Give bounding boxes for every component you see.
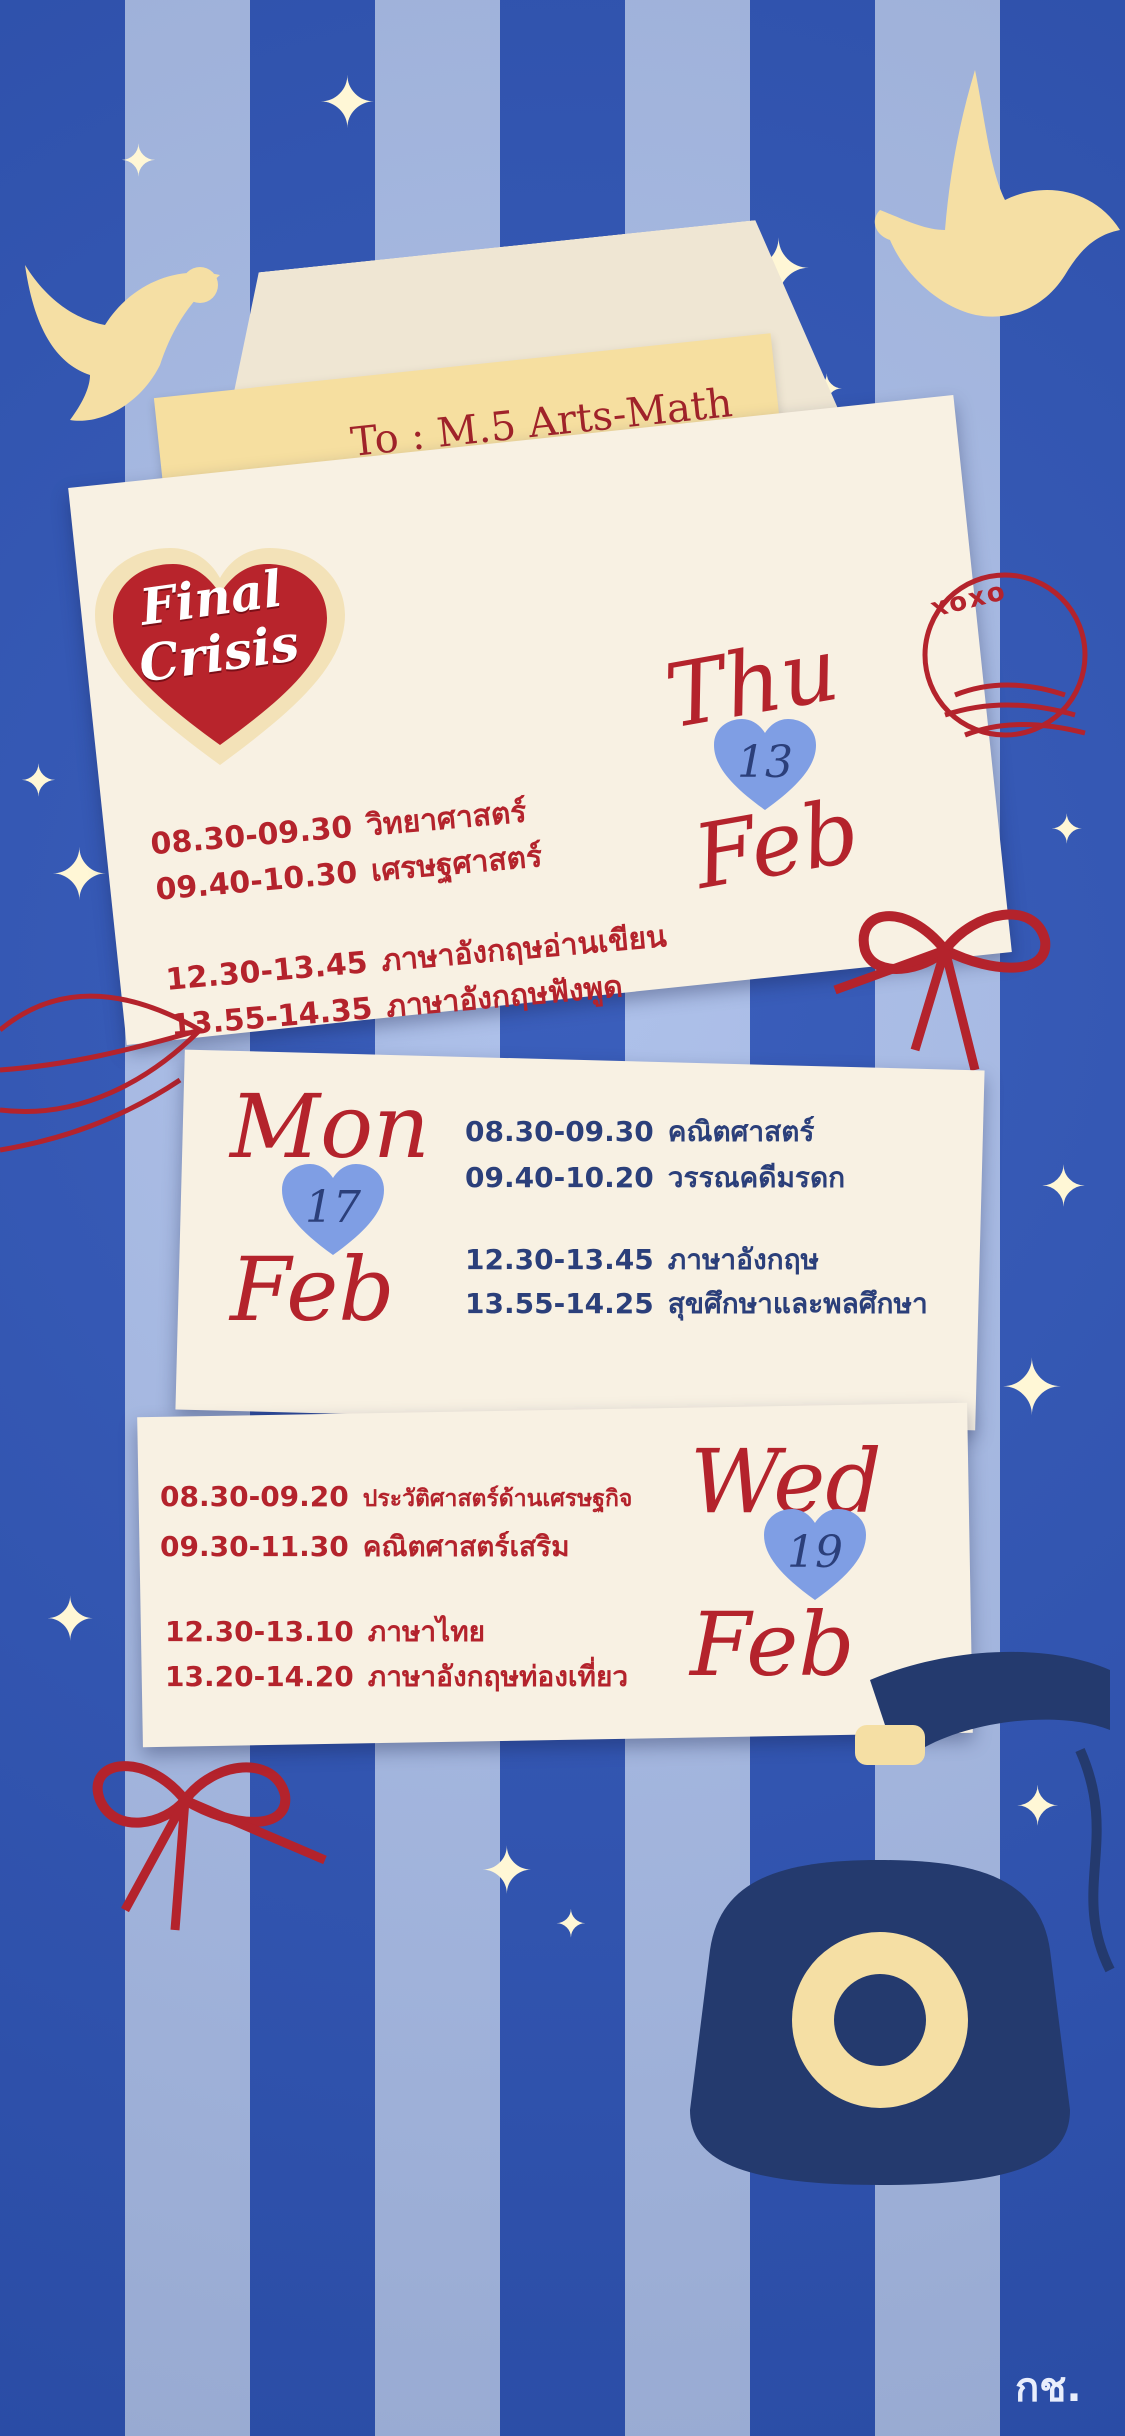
slot-subject: ภาษาไทย (367, 1615, 486, 1648)
sparkle-icon: ✦ (1050, 807, 1084, 853)
schedule-row: 12.30-13.45 ภาษาอังกฤษ (465, 1238, 819, 1282)
schedule-row: 12.30-13.10 ภาษาไทย (165, 1610, 485, 1654)
sparkle-icon: ✦ (45, 1585, 96, 1655)
sparkle-icon: ✦ (50, 834, 109, 916)
sparkle-icon: ✦ (20, 756, 57, 807)
sparkle-icon: ✦ (120, 136, 157, 187)
slot-subject: คณิตศาสตร์เสริม (362, 1530, 570, 1563)
slot-time: 09.30-11.30 (160, 1530, 349, 1563)
date-number: 17 (305, 1182, 361, 1233)
brand-logo: กช. (1015, 2365, 1082, 2411)
slot-subject: ภาษาอังกฤษ (667, 1243, 819, 1276)
schedule-row: 08.30-09.30 คณิตศาสตร์ (465, 1110, 814, 1154)
ribbon-bow-icon (92, 1761, 327, 1931)
sparkle-icon: ✦ (1000, 1343, 1064, 1432)
schedule-row: 13.55-14.25 สุขศึกษาและพลศึกษา (465, 1282, 928, 1326)
date-heart: 17 (278, 1160, 388, 1260)
slot-subject: สุขศึกษาและพลศึกษา (667, 1287, 928, 1320)
slot-subject: ประวัติศาสตร์ด้านเศรษฐกิจ (362, 1486, 633, 1512)
schedule-row: 09.40-10.20 วรรณคดีมรดก (465, 1156, 845, 1200)
date-number: 13 (737, 737, 793, 788)
slot-subject: วรรณคดีมรดก (667, 1161, 846, 1194)
schedule-row: 13.20-14.20 ภาษาอังกฤษท่องเที่ยว (165, 1655, 628, 1699)
schedule-row: 09.30-11.30 คณิตศาสตร์เสริม (160, 1525, 570, 1569)
dove-icon (874, 70, 1120, 317)
date-heart: 19 (760, 1505, 870, 1605)
sparkle-icon: ✦ (480, 1835, 534, 1909)
date-number: 19 (787, 1527, 843, 1578)
slot-time: 13.55-14.25 (465, 1287, 654, 1320)
date-heart: 13 (710, 715, 820, 815)
schedule-row: 08.30-09.20 ประวัติศาสตร์ด้านเศรษฐกิจ (160, 1480, 632, 1517)
slot-subject: คณิตศาสตร์ (667, 1115, 815, 1148)
slot-subject: ภาษาอังกฤษท่องเที่ยว (367, 1660, 629, 1693)
sparkle-icon: ✦ (318, 62, 377, 144)
slot-time: 13.20-14.20 (165, 1660, 354, 1693)
sparkle-icon: ✦ (1040, 1155, 1087, 1220)
telephone-icon (690, 1651, 1115, 2185)
slot-time: 09.40-10.20 (465, 1161, 654, 1194)
ribbon-bow-icon (833, 909, 1051, 1072)
slot-time: 12.30-13.45 (465, 1243, 654, 1276)
sparkle-icon: ✦ (555, 1902, 587, 1946)
slot-time: 08.30-09.20 (160, 1480, 349, 1513)
slot-time: 12.30-13.10 (165, 1615, 354, 1648)
slot-time: 08.30-09.30 (465, 1115, 654, 1148)
